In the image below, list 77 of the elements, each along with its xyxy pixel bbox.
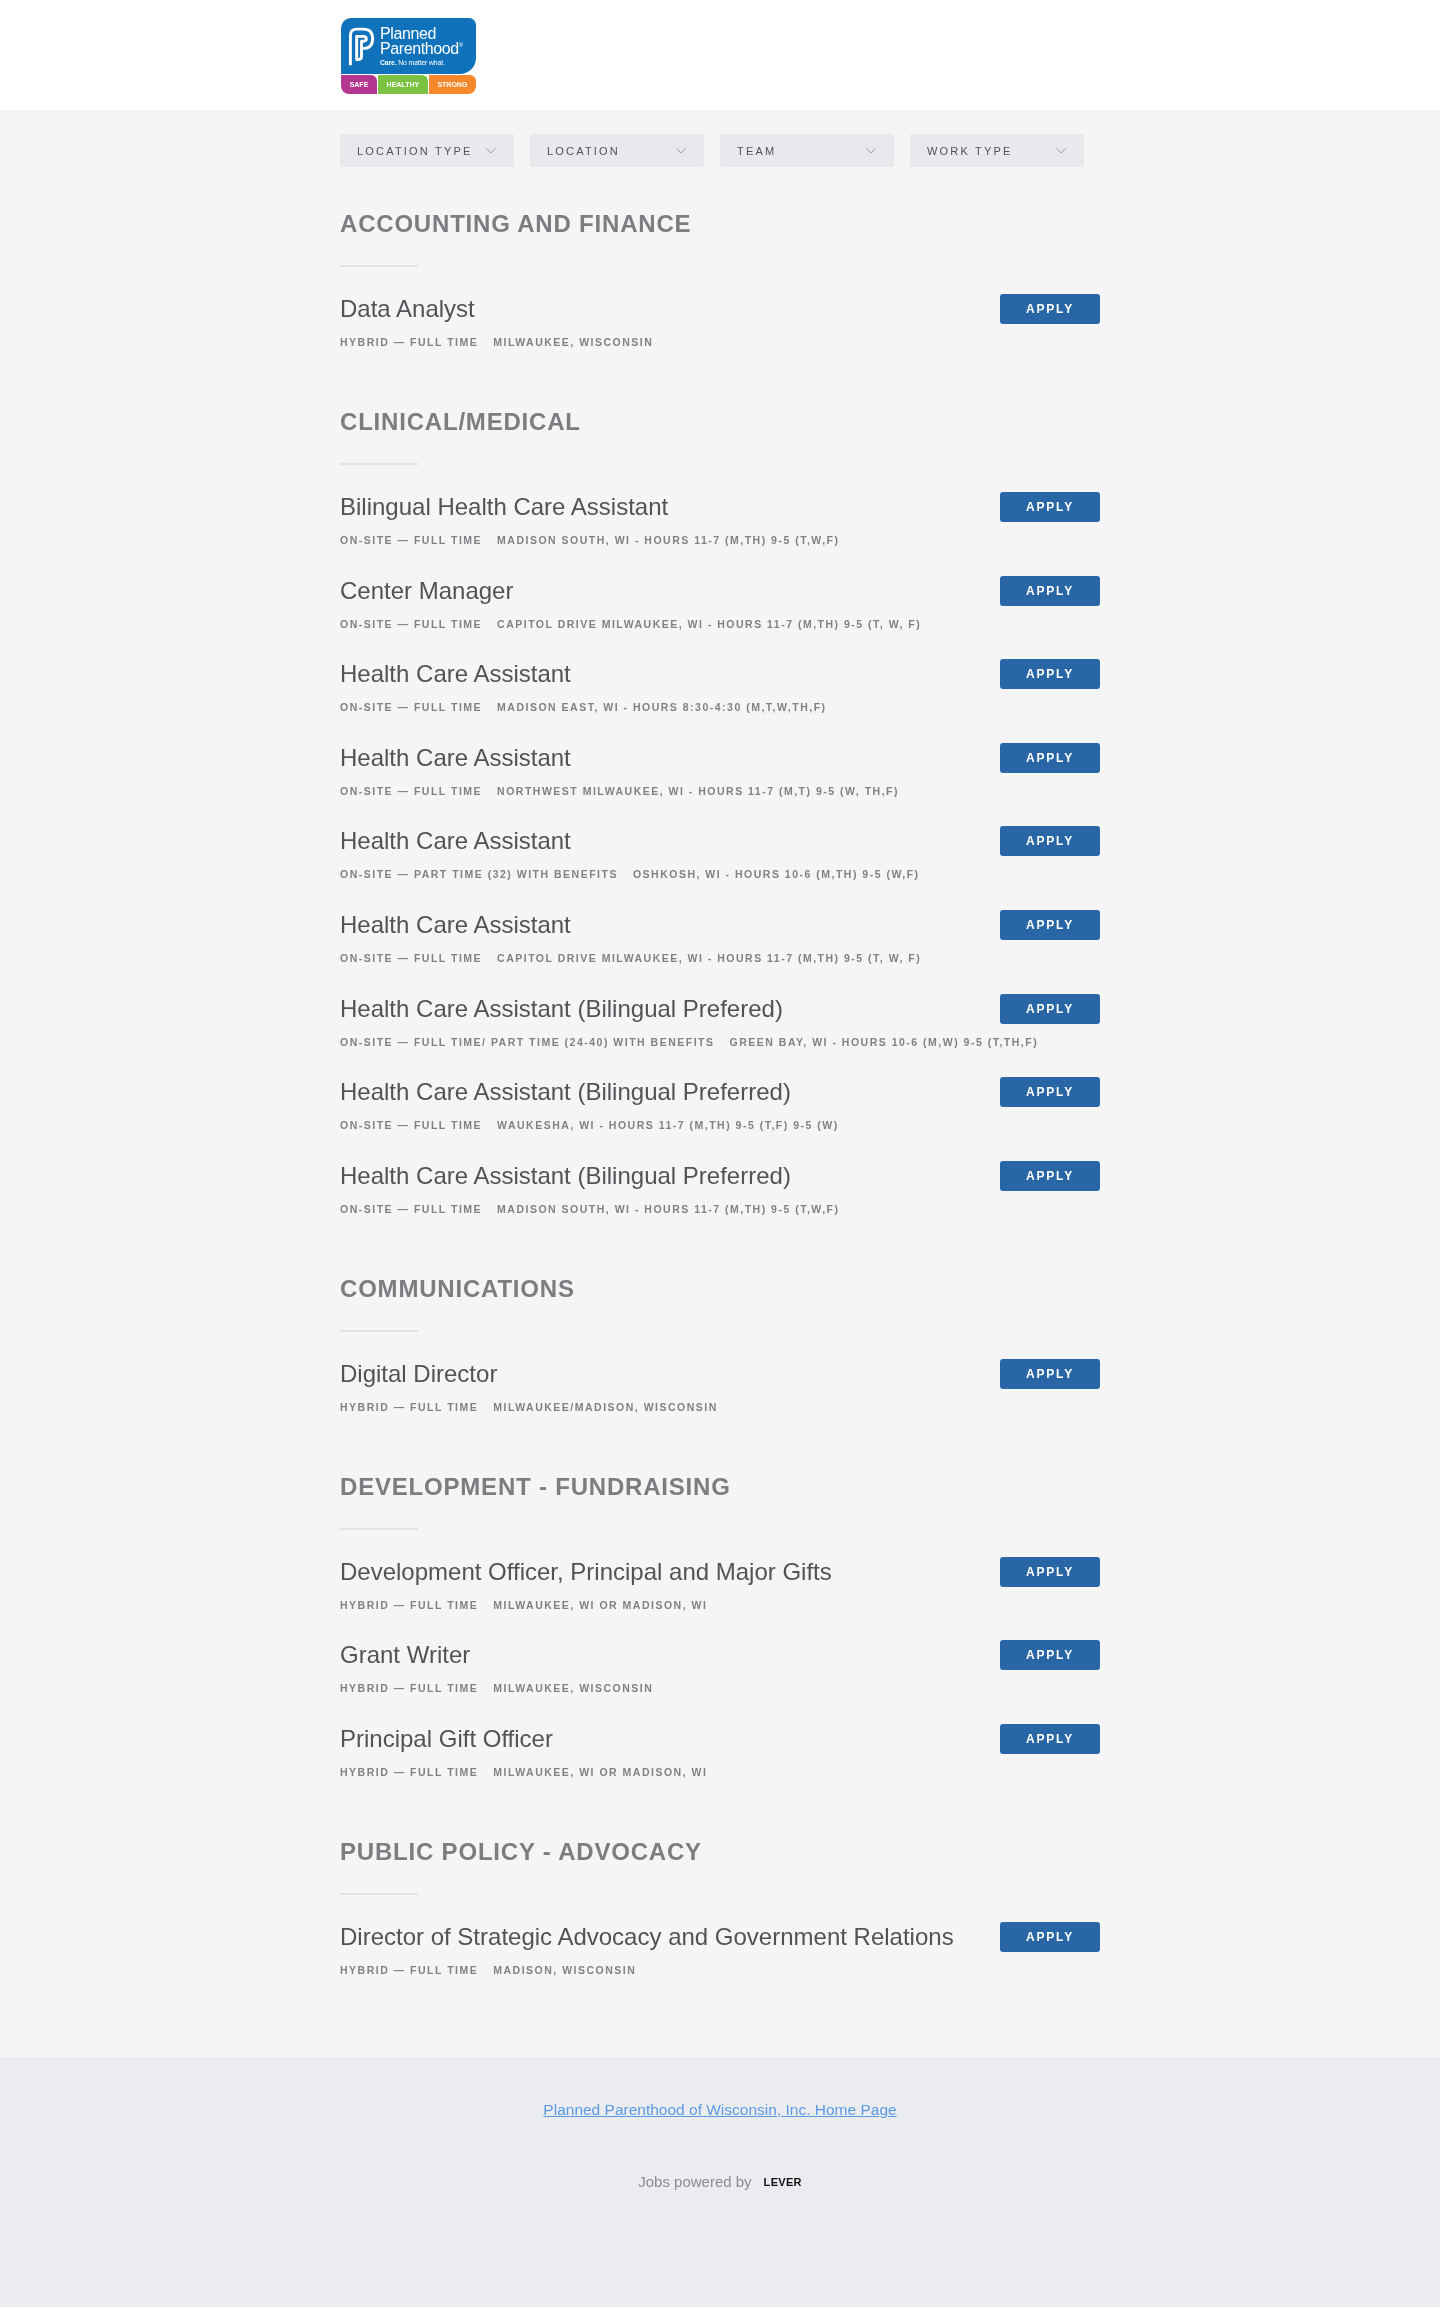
logo-mark-icon [348,26,375,66]
job-title[interactable]: Center Manager [340,575,514,606]
chevron-down-icon [866,147,876,154]
job-title[interactable]: Data Analyst [340,294,475,324]
job-location: MILWAUKEE, WISCONSIN [493,1681,654,1697]
logo-wordmark: Planned Parenthood$^{®}$ [380,26,464,56]
job-terms: ON-SITE — FULL TIME [340,783,483,799]
job-location: MILWAUKEE, WISCONSIN [493,335,654,350]
job-title[interactable]: Health Care Assistant [340,742,571,773]
chevron-down-icon [486,147,496,154]
job-title[interactable]: Bilingual Health Care Assistant [340,492,669,522]
apply-button[interactable]: APPLY [1000,742,1100,773]
job-title[interactable]: Health Care Assistant (Bilingual Preferred) [340,1160,791,1191]
job-location: MADISON, WISCONSIN [493,1962,637,1978]
apply-button[interactable]: APPLY [1000,1556,1100,1587]
job-title[interactable]: Health Care Assistant [340,826,571,857]
job-location: MILWAUKEE, WI OR MADISON, WI [493,1597,708,1613]
job-terms: HYBRID — FULL TIME [340,1764,479,1780]
apply-button[interactable]: APPLY [1000,1077,1100,1108]
job-location: MADISON EAST, WI - HOURS 8:30-4:30 (M,T,W,TH,F) [497,700,827,716]
job-location: MILWAUKEE/MADISON, WISCONSIN [493,1399,718,1415]
job-title[interactable]: Health Care Assistant [340,659,571,690]
job-location: CAPITOL DRIVE MILWAUKEE, WI - HOURS 11-7 (M,TH) 9-5 (T, W, F) [497,950,922,966]
section-heading: DEVELOPMENT - FUNDRAISING [340,1471,732,1502]
job-location: MILWAUKEE, WI OR MADISON, WI [493,1764,708,1780]
chevron-down-icon [1056,147,1066,154]
job-location: WAUKESHA, WI - HOURS 11-7 (M,TH) 9-5 (T,F) 9-5 (W) [497,1118,839,1134]
job-location: OSHKOSH, WI - HOURS 10-6 (M,TH) 9-5 (W,F) [632,867,920,883]
job-terms: HYBRID — FULL TIME [340,1962,479,1978]
job-terms: HYBRID — FULL TIME [340,1597,479,1613]
job-terms: ON-SITE — FULL TIME/ PART TIME (24-40) WITH BENEFITS [340,1034,715,1050]
job-terms: HYBRID — FULL TIME [340,1399,479,1415]
job-terms: ON-SITE — FULL TIME [340,1201,483,1217]
apply-button[interactable]: APPLY [1000,826,1100,857]
job-title[interactable]: Grant Writer [340,1640,471,1671]
job-location: MADISON SOUTH, WI - HOURS 11-7 (M,TH) 9-5 (T,W,F) [497,533,840,548]
apply-button[interactable]: APPLY [1000,575,1100,606]
filter-dropdown[interactable]: TEAM [720,134,894,167]
job-terms: ON-SITE — FULL TIME [340,950,483,966]
apply-button[interactable]: APPLY [1000,993,1100,1024]
job-terms: ON-SITE — FULL TIME [340,1118,483,1134]
job-terms: ON-SITE — PART TIME (32) WITH BENEFITS [340,867,618,883]
job-terms: HYBRID — FULL TIME [340,1681,479,1697]
apply-button[interactable]: APPLY [1000,1723,1100,1754]
apply-button[interactable]: APPLY [1000,909,1100,940]
apply-button[interactable]: APPLY [1000,492,1100,522]
apply-button[interactable]: APPLY [1000,1358,1100,1389]
powered-by-text: Jobs powered by [638,2171,752,2192]
job-terms: HYBRID — FULL TIME [340,335,479,350]
job-title[interactable]: Health Care Assistant [340,909,571,940]
job-location: GREEN BAY, WI - HOURS 10-6 (M,W) 9-5 (T,TH,F) [729,1034,1039,1050]
apply-button[interactable]: APPLY [1000,659,1100,690]
apply-button[interactable]: APPLY [1000,294,1100,324]
job-title[interactable]: Development Officer, Principal and Major Gifts [340,1556,832,1587]
job-terms: ON-SITE — FULL TIME [340,616,483,632]
job-location: CAPITOL DRIVE MILWAUKEE, WI - HOURS 11-7 (M,TH) 9-5 (T, W, F) [497,616,922,632]
filter-dropdown[interactable]: WORK TYPE [910,134,1084,167]
section-heading: ACCOUNTING AND FINANCE [340,209,693,239]
filter-dropdown[interactable]: LOCATION TYPE [340,134,514,167]
job-location: NORTHWEST MILWAUKEE, WI - HOURS 11-7 (M,T) 9-5 (W, TH,F) [497,783,899,799]
job-terms: ON-SITE — FULL TIME [340,700,483,716]
apply-button[interactable]: APPLY [1000,1160,1100,1191]
chevron-down-icon [676,147,686,154]
filter-dropdown[interactable]: LOCATION [530,134,704,167]
apply-button[interactable]: APPLY [1000,1640,1100,1671]
section-heading: CLINICAL/MEDICAL [340,407,582,437]
lever-logo[interactable]: LEVER [763,2171,802,2192]
job-title[interactable]: Health Care Assistant (Bilingual Preferred) [340,1077,791,1108]
job-title[interactable]: Director of Strategic Advocacy and Government Relations [340,1921,954,1952]
section-heading: PUBLIC POLICY - ADVOCACY [340,1836,703,1867]
section-heading: COMMUNICATIONS [340,1273,576,1304]
job-title[interactable]: Principal Gift Officer [340,1723,553,1754]
apply-button[interactable]: APPLY [1000,1921,1100,1952]
job-title[interactable]: Digital Director [340,1358,498,1389]
job-title[interactable]: Health Care Assistant (Bilingual Prefered) [340,993,783,1024]
job-location: MADISON SOUTH, WI - HOURS 11-7 (M,TH) 9-5 (T,W,F) [497,1201,840,1217]
job-terms: ON-SITE — FULL TIME [340,533,483,548]
